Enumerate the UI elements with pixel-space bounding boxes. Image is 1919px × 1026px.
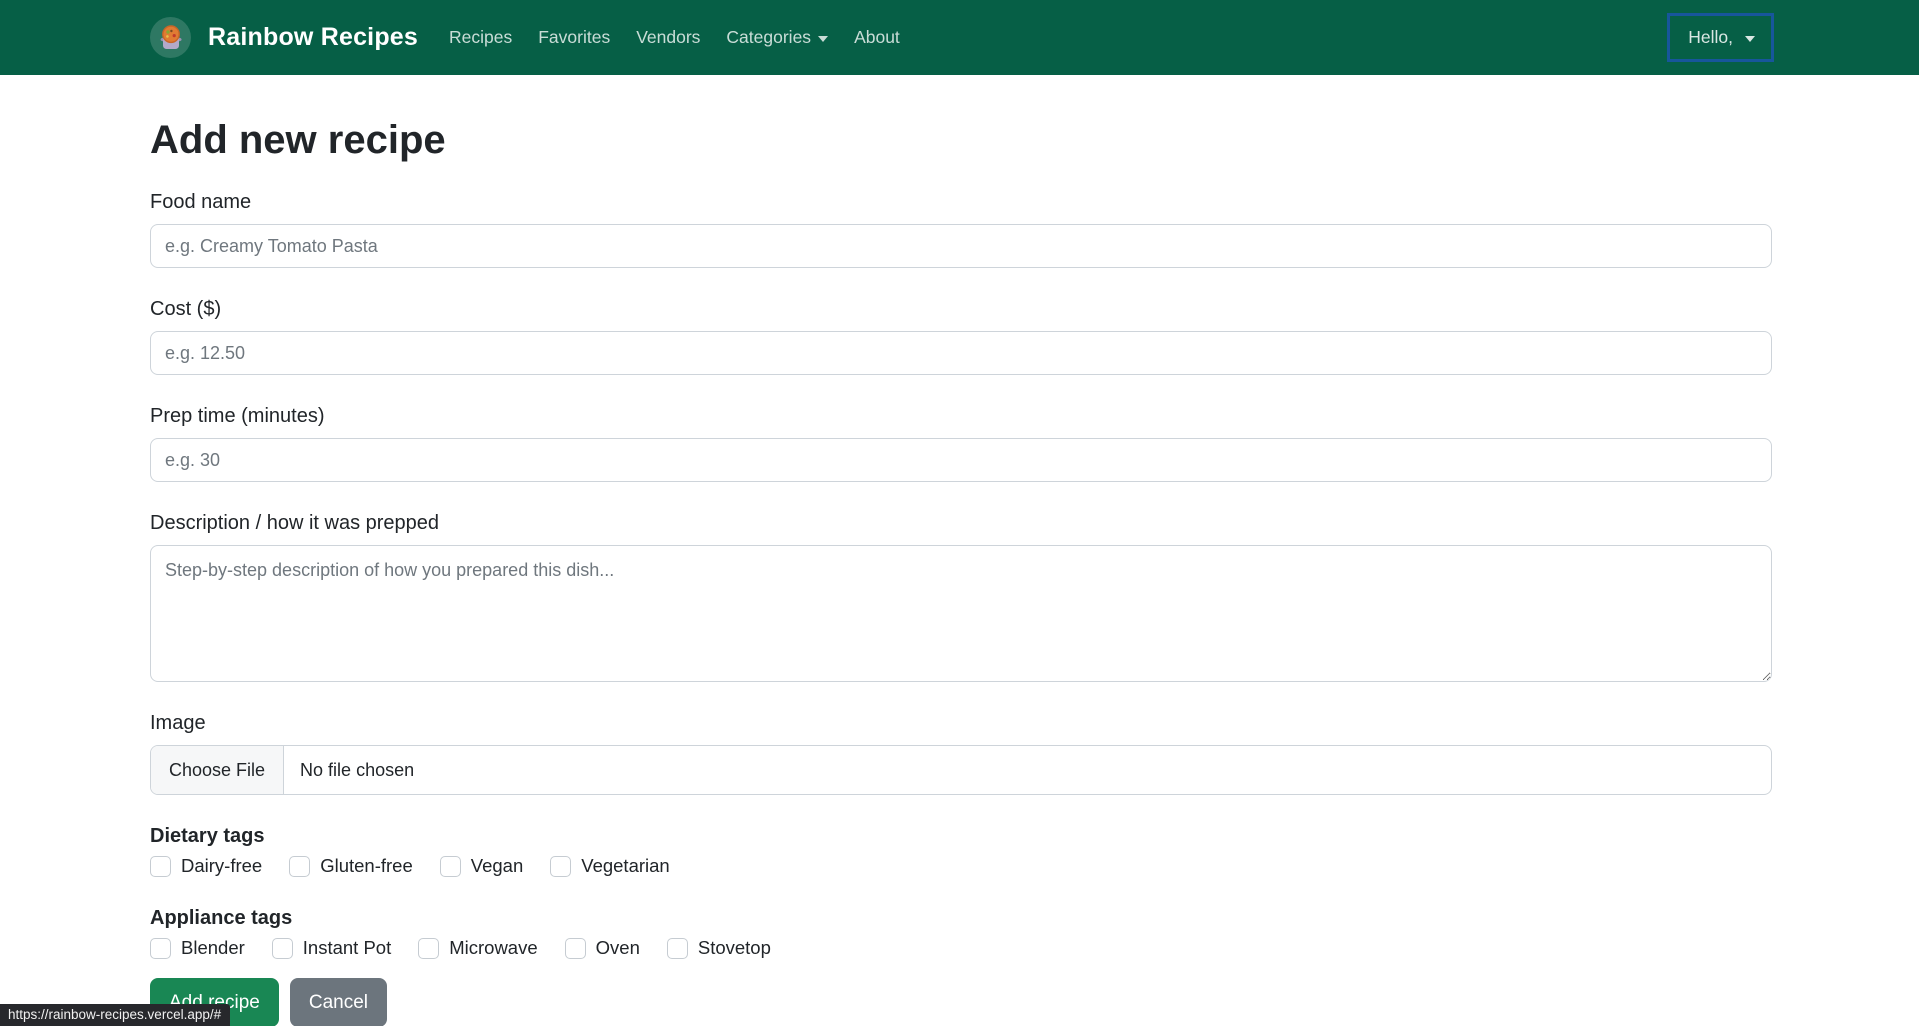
add-recipe-form: Add new recipe Food name Cost ($) Prep t… [0,75,1919,1026]
nav-link-recipes[interactable]: Recipes [436,19,525,56]
checkbox-instant-pot[interactable]: Instant Pot [271,937,391,959]
nav-dropdown-categories[interactable]: Categories [713,19,841,56]
checkbox-instant-pot-box[interactable] [271,937,293,959]
browser-link-status: https://rainbow-recipes.vercel.app/# [0,1004,231,1026]
food-name-group: Food name [150,189,1772,268]
nav-link-vendors[interactable]: Vendors [623,19,713,56]
dietary-tags-group: Dietary tags Dairy-free Gluten-free Vega… [150,823,1772,877]
food-name-label: Food name [150,191,252,213]
checkbox-oven[interactable]: Oven [564,937,640,959]
image-label: Image [150,712,206,734]
appliance-tags-label: Appliance tags [150,907,293,929]
description-label: Description / how it was prepped [150,512,440,534]
cost-group: Cost ($) [150,296,1772,375]
checkbox-dairy-free[interactable]: Dairy-free [150,855,262,877]
user-menu-button[interactable]: Hello, [1667,13,1774,62]
checkbox-dairy-free-box[interactable] [150,855,171,877]
prep-time-label: Prep time (minutes) [150,405,325,427]
nav-link-favorites[interactable]: Favorites [525,19,623,56]
appliance-tags-group: Appliance tags Blender Instant Pot Micro… [150,905,1772,959]
app-logo-icon [150,17,191,58]
user-menu-label: Hello, [1688,27,1733,47]
cost-input[interactable] [150,331,1772,375]
prep-time-input[interactable] [150,438,1772,482]
checkbox-oven-box[interactable] [564,937,586,959]
checkbox-microwave-box[interactable] [418,937,440,959]
chevron-down-icon [1745,35,1755,42]
dietary-tags-label: Dietary tags [150,825,265,847]
choose-file-button[interactable]: Choose File [151,746,285,794]
dietary-tags-row: Dairy-free Gluten-free Vegan Vegetarian [150,855,1772,877]
checkbox-vegan-box[interactable] [439,855,461,877]
checkbox-gluten-free[interactable]: Gluten-free [289,855,413,877]
nav-link-about[interactable]: About [841,19,913,56]
brand-link[interactable]: Rainbow Recipes [150,17,418,58]
checkbox-vegetarian-box[interactable] [550,855,572,877]
checkbox-blender[interactable]: Blender [150,937,245,959]
prep-time-group: Prep time (minutes) [150,403,1772,482]
page-title: Add new recipe [150,118,446,162]
checkbox-vegetarian[interactable]: Vegetarian [550,855,670,877]
form-actions: Add recipe Cancel [150,978,1772,1026]
appliance-tags-row: Blender Instant Pot Microwave Oven Stove… [150,937,1772,959]
checkbox-stovetop[interactable]: Stovetop [666,937,771,959]
checkbox-blender-box[interactable] [150,937,171,959]
image-group: Image Choose File No file chosen [150,710,1772,795]
file-status-text: No file chosen [300,759,415,780]
checkbox-microwave[interactable]: Microwave [418,937,538,959]
chevron-down-icon [818,35,829,42]
image-file-input[interactable]: Choose File No file chosen [150,745,1772,795]
description-textarea[interactable] [150,545,1772,682]
checkbox-vegan[interactable]: Vegan [439,855,523,877]
checkbox-gluten-free-box[interactable] [289,855,311,877]
brand-title: Rainbow Recipes [208,23,418,51]
nav-links: Recipes Favorites Vendors Categories Abo… [436,19,913,56]
top-navbar: Rainbow Recipes Recipes Favorites Vendor… [0,0,1919,75]
cancel-button[interactable]: Cancel [289,978,387,1026]
cost-label: Cost ($) [150,298,222,320]
food-name-input[interactable] [150,224,1772,268]
description-group: Description / how it was prepped [150,510,1772,682]
cooking-pot-icon [160,24,182,49]
checkbox-stovetop-box[interactable] [666,937,688,959]
